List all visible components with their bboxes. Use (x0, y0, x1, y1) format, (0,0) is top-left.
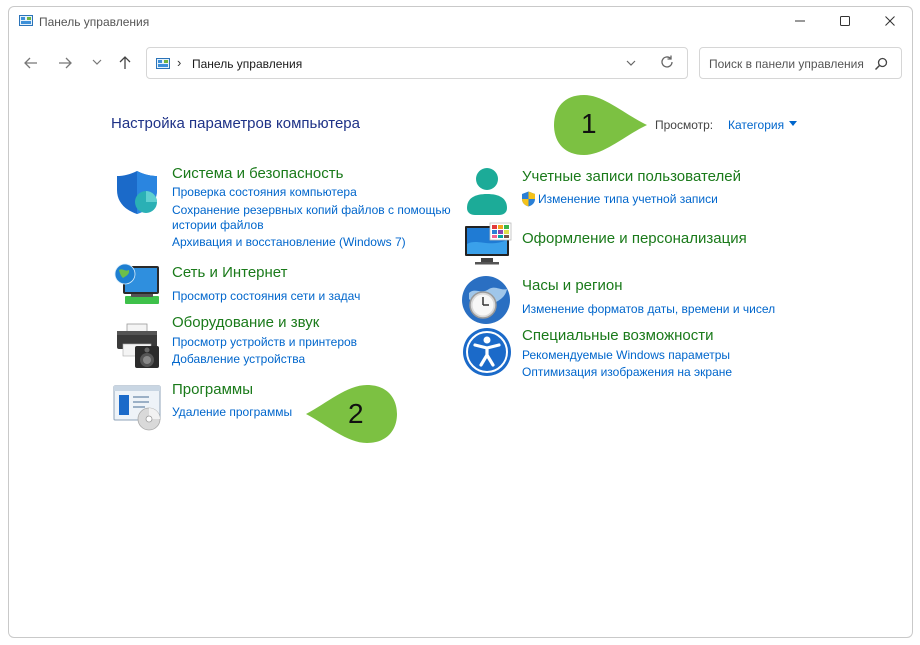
view-by-label: Просмотр: (655, 118, 714, 132)
monitor-personalization-icon[interactable] (463, 222, 513, 266)
back-button[interactable] (21, 55, 41, 73)
category-network-internet[interactable]: Сеть и Интернет (172, 264, 288, 281)
window-title: Панель управления (39, 15, 150, 29)
link-check-computer-status[interactable]: Проверка состояния компьютера (172, 185, 357, 199)
close-button[interactable] (880, 13, 900, 31)
refresh-button[interactable] (659, 54, 675, 74)
category-system-security[interactable]: Система и безопасность (172, 165, 343, 182)
link-add-device[interactable]: Добавление устройства (172, 352, 305, 366)
maximize-button[interactable] (835, 13, 855, 31)
address-bar[interactable]: › Панель управления (146, 47, 688, 79)
minimize-icon (795, 20, 805, 22)
arrow-right-icon (59, 57, 72, 69)
link-recommended-windows-settings[interactable]: Рекомендуемые Windows параметры (522, 348, 730, 362)
user-icon[interactable] (463, 166, 511, 216)
clock-globe-icon[interactable] (461, 275, 511, 325)
search-box[interactable]: Поиск в панели управления (699, 47, 902, 79)
category-clock-region[interactable]: Часы и регион (522, 277, 623, 294)
breadcrumb-separator-icon[interactable]: › (177, 55, 181, 70)
page-title: Настройка параметров компьютера (111, 115, 360, 132)
control-panel-window: Панель управления › Панель управления По… (8, 6, 913, 638)
link-change-date-time-formats[interactable]: Изменение форматов даты, времени и чисел (522, 302, 775, 316)
callout-badge-1 (554, 95, 647, 155)
search-input[interactable]: Поиск в панели управления (709, 57, 864, 71)
navigation-bar: › Панель управления Поиск в панели управ… (9, 45, 912, 83)
arrow-left-icon (24, 57, 37, 69)
link-devices-printers[interactable]: Просмотр устройств и принтеров (172, 335, 357, 349)
chevron-down-icon (92, 59, 102, 65)
control-panel-address-icon (156, 58, 170, 69)
search-icon[interactable] (873, 56, 889, 72)
link-change-account-type[interactable]: Изменение типа учетной записи (538, 192, 718, 206)
network-globe-icon[interactable] (113, 260, 161, 308)
category-programs[interactable]: Программы (172, 381, 253, 398)
category-appearance-personalization[interactable]: Оформление и персонализация (522, 230, 747, 247)
up-button[interactable] (115, 55, 135, 73)
category-hardware-sound[interactable]: Оборудование и звук (172, 314, 319, 331)
view-dropdown-caret-icon[interactable] (789, 121, 797, 126)
arrow-up-icon (119, 56, 131, 69)
link-backup-restore-win7[interactable]: Архивация и восстановление (Windows 7) (172, 235, 406, 249)
breadcrumb-control-panel[interactable]: Панель управления (192, 57, 302, 71)
link-file-history-backup-cont[interactable]: истории файлов (172, 218, 264, 232)
refresh-icon (661, 55, 673, 68)
category-user-accounts[interactable]: Учетные записи пользователей (522, 168, 741, 185)
programs-disc-icon[interactable] (113, 383, 161, 431)
minimize-button[interactable] (790, 13, 810, 31)
link-optimize-visual-display[interactable]: Оптимизация изображения на экране (522, 365, 732, 379)
chevron-down-icon (626, 60, 636, 66)
view-by-dropdown[interactable]: Категория (728, 118, 784, 132)
callout-number-2: 2 (348, 398, 364, 429)
close-icon (885, 16, 895, 26)
accessibility-icon[interactable] (462, 327, 512, 377)
forward-button[interactable] (55, 55, 75, 73)
link-view-network-status[interactable]: Просмотр состояния сети и задач (172, 289, 360, 303)
address-history-button[interactable] (625, 57, 637, 72)
maximize-icon (840, 16, 850, 26)
link-file-history-backup[interactable]: Сохранение резервных копий файлов с помо… (172, 203, 451, 217)
uac-shield-icon (522, 191, 535, 207)
callout-number-1: 1 (581, 108, 597, 139)
category-ease-of-access[interactable]: Специальные возможности (522, 327, 714, 344)
printer-speaker-icon[interactable] (113, 322, 161, 370)
control-panel-app-icon (19, 15, 33, 26)
shield-icon[interactable] (113, 168, 161, 216)
link-uninstall-program[interactable]: Удаление программы (172, 405, 292, 419)
recent-locations-button[interactable] (87, 55, 107, 73)
title-bar: Панель управления (9, 7, 912, 37)
